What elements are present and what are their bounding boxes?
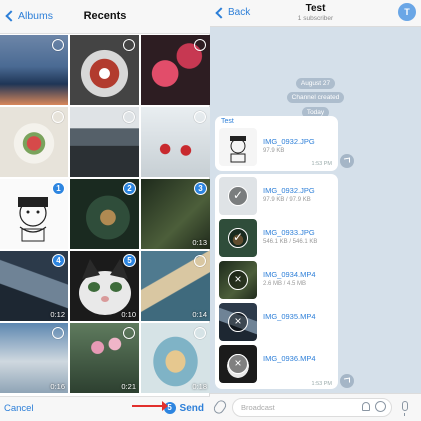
selection-circle-icon[interactable] <box>52 39 64 51</box>
file-attachment[interactable]: ✓ IMG_0932.JPG 97.9 KB / 97.9 KB <box>219 177 331 215</box>
file-name: IMG_0933.JPG <box>263 228 315 237</box>
file-thumbnail: ✓ <box>219 219 257 257</box>
file-attachment[interactable]: ✓ IMG_0933.JPG 546.1 KB / 546.1 KB <box>219 219 331 257</box>
file-thumbnail: × <box>219 261 257 299</box>
selection-badge[interactable]: 2 <box>123 182 136 195</box>
channel-title: Test <box>305 3 326 14</box>
share-icon[interactable] <box>340 374 354 388</box>
checkmark-icon: ✓ <box>228 186 248 206</box>
file-name: IMG_0935.MP4 <box>263 312 316 321</box>
red-arrow-annotation <box>132 401 168 411</box>
message-bubble[interactable]: Test IMG_0932.JPG 97.9 KB 1:53 PM <box>215 116 338 171</box>
photo-cell[interactable]: 0:16 <box>0 323 68 393</box>
file-name: IMG_0932.JPG <box>263 137 315 146</box>
microphone-icon[interactable] <box>402 401 408 416</box>
selection-circle-icon[interactable] <box>194 327 206 339</box>
selection-circle-icon[interactable] <box>123 327 135 339</box>
video-duration: 0:16 <box>50 382 65 391</box>
file-name: IMG_0936.MP4 <box>263 354 316 363</box>
selection-circle-icon[interactable] <box>123 111 135 123</box>
message-time: 1:53 PM <box>311 381 332 387</box>
photo-cell[interactable] <box>141 107 210 177</box>
picker-header: Albums Recents <box>0 0 210 34</box>
video-duration: 0:18 <box>192 382 207 391</box>
video-duration: 0:14 <box>192 310 207 319</box>
photo-cell[interactable] <box>0 35 68 105</box>
channel-subtitle: 1 subscriber <box>297 15 334 22</box>
paperclip-icon[interactable] <box>211 398 229 416</box>
photo-cell[interactable]: 1 <box>0 179 68 249</box>
photo-cell[interactable]: 2 <box>70 179 139 249</box>
file-name: IMG_0934.MP4 <box>263 270 316 279</box>
selection-badge[interactable]: 5 <box>123 254 136 267</box>
selection-badge[interactable]: 4 <box>52 254 65 267</box>
photo-cell[interactable] <box>0 107 68 177</box>
video-duration: 0:10 <box>121 310 136 319</box>
message-bubble[interactable]: ✓ IMG_0932.JPG 97.9 KB / 97.9 KB ✓ IMG_0… <box>215 174 338 389</box>
file-attachment[interactable]: × IMG_0935.MP4 <box>219 303 331 341</box>
selection-badge[interactable]: 3 <box>194 182 207 195</box>
file-thumbnail: × <box>219 345 257 383</box>
photo-cell[interactable] <box>141 35 210 105</box>
file-attachment[interactable]: × IMG_0936.MP4 <box>219 345 331 383</box>
selection-circle-icon[interactable] <box>52 111 64 123</box>
photo-cell[interactable]: 0:18 <box>141 323 210 393</box>
share-icon[interactable] <box>340 154 354 168</box>
avatar[interactable]: T <box>398 3 416 21</box>
photo-cell[interactable]: 4 0:12 <box>0 251 68 321</box>
photo-grid: 1 2 3 0:13 4 0:12 5 0:10 0:14 0:16 0:21 … <box>0 35 210 396</box>
file-size: 2.6 MB / 4.5 MB <box>263 281 307 287</box>
selection-circle-icon[interactable] <box>194 39 206 51</box>
file-thumbnail: ✓ <box>219 177 257 215</box>
file-thumbnail <box>219 128 257 166</box>
video-duration: 0:13 <box>192 238 207 247</box>
photo-cell[interactable] <box>70 35 139 105</box>
cancel-button[interactable]: Cancel <box>4 403 34 414</box>
message-author: Test <box>221 118 234 125</box>
message-time: 1:53 PM <box>311 161 332 167</box>
cartoon-thumbnail-image <box>230 136 246 163</box>
photo-cell[interactable]: 0:21 <box>70 323 139 393</box>
selection-circle-icon[interactable] <box>194 255 206 267</box>
close-icon[interactable]: × <box>228 270 248 290</box>
file-thumbnail: × <box>219 303 257 341</box>
photo-cell[interactable] <box>70 107 139 177</box>
photo-cell[interactable]: 0:14 <box>141 251 210 321</box>
channel-chat: Back Test 1 subscriber T August 27 Chann… <box>210 0 421 421</box>
video-duration: 0:12 <box>50 310 65 319</box>
message-input-bar: Broadcast <box>210 393 421 421</box>
file-name: IMG_0932.JPG <box>263 186 315 195</box>
video-duration: 0:21 <box>121 382 136 391</box>
file-size: 97.9 KB <box>263 148 285 154</box>
selection-circle-icon[interactable] <box>52 327 64 339</box>
bell-icon[interactable] <box>362 402 370 411</box>
selection-badge[interactable]: 1 <box>52 182 65 195</box>
chat-header: Back Test 1 subscriber T <box>210 0 421 27</box>
selection-circle-icon[interactable] <box>123 39 135 51</box>
picker-title: Recents <box>83 10 127 22</box>
checkmark-icon: ✓ <box>228 228 248 248</box>
close-icon[interactable]: × <box>228 312 248 332</box>
close-icon[interactable]: × <box>228 354 248 374</box>
file-attachment[interactable]: × IMG_0934.MP4 2.6 MB / 4.5 MB <box>219 261 331 299</box>
photo-cell[interactable]: 5 0:10 <box>70 251 139 321</box>
selection-circle-icon[interactable] <box>194 111 206 123</box>
screen: Albums Recents 1 2 3 0:13 4 0:12 5 0:10 … <box>0 0 421 421</box>
photo-picker: Albums Recents 1 2 3 0:13 4 0:12 5 0:10 … <box>0 0 210 421</box>
file-size: 546.1 KB / 546.1 KB <box>263 239 318 245</box>
sticker-icon[interactable] <box>375 401 386 412</box>
send-label: Send <box>179 402 204 414</box>
file-size: 97.9 KB / 97.9 KB <box>263 197 311 203</box>
photo-cell[interactable]: 3 0:13 <box>141 179 210 249</box>
send-button[interactable]: 5 Send <box>163 402 204 414</box>
picker-footer: Cancel 5 Send <box>0 396 210 421</box>
